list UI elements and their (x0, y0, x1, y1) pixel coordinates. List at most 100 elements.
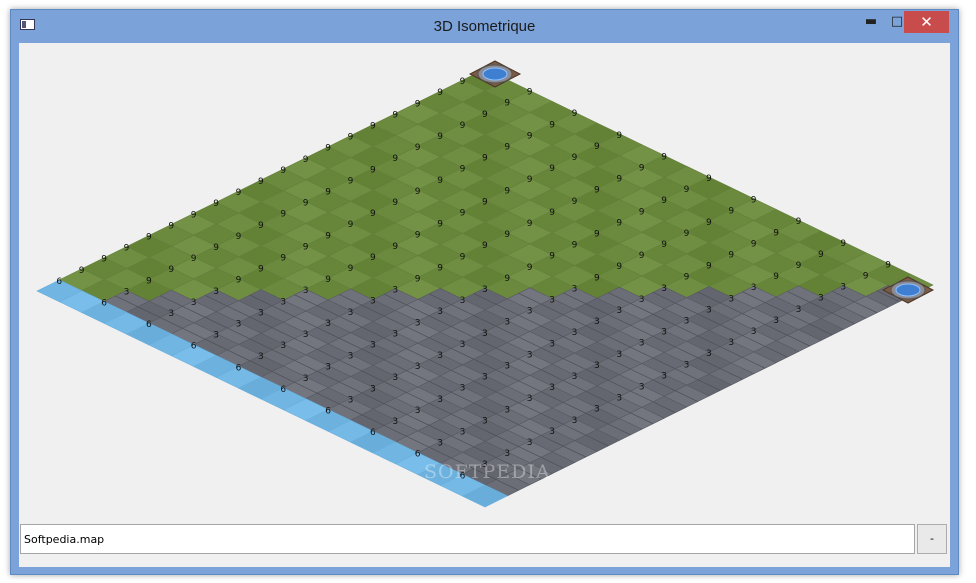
water-tile-label: 6 (101, 299, 107, 309)
grass-tile-label: 9 (572, 109, 578, 119)
grass-tile-label: 9 (79, 266, 85, 276)
stone-tile-label: 3 (549, 296, 555, 306)
stone-tile-label: 3 (437, 307, 443, 317)
stone-tile-label: 3 (594, 405, 600, 415)
stone-tile-label: 3 (280, 297, 286, 307)
grass-tile-label: 9 (527, 131, 533, 141)
stone-tile-label: 3 (639, 339, 645, 349)
grass-tile-label: 9 (863, 272, 869, 282)
grass-tile-label: 9 (101, 255, 107, 265)
grass-tile-label: 9 (661, 196, 667, 206)
grass-tile-label: 9 (415, 231, 421, 241)
grass-tile-label: 9 (191, 210, 197, 220)
grass-tile-label: 9 (146, 276, 152, 286)
grass-tile-label: 9 (594, 142, 600, 152)
grass-tile-label: 9 (706, 218, 712, 228)
stone-tile-label: 3 (549, 339, 555, 349)
grass-tile-label: 9 (527, 219, 533, 229)
stone-tile-label: 3 (594, 317, 600, 327)
grass-tile-label: 9 (504, 186, 510, 196)
grass-tile-label: 9 (572, 153, 578, 163)
grass-tile-label: 9 (639, 164, 645, 174)
grass-tile-label: 9 (280, 166, 286, 176)
grass-tile-label: 9 (594, 273, 600, 283)
grass-tile-label: 9 (437, 132, 443, 142)
grass-tile-label: 9 (728, 207, 734, 217)
grass-tile-label: 9 (124, 244, 130, 254)
grass-tile-label: 9 (527, 263, 533, 273)
grass-tile-label: 9 (236, 232, 242, 242)
grass-tile-label: 9 (572, 241, 578, 251)
grass-tile-label: 9 (706, 262, 712, 272)
stone-tile-label: 3 (527, 438, 533, 448)
grass-tile-label: 9 (168, 265, 174, 275)
grass-tile-label: 9 (527, 88, 533, 98)
grass-tile-label: 9 (415, 99, 421, 109)
grass-tile-label: 9 (504, 143, 510, 153)
stone-tile-label: 3 (572, 372, 578, 382)
water-tile-label: 6 (370, 428, 376, 438)
stone-tile-label: 3 (370, 297, 376, 307)
grass-tile-label: 9 (460, 77, 466, 87)
stone-tile-label: 3 (437, 351, 443, 361)
grass-tile-label: 9 (213, 199, 219, 209)
stone-tile-label: 3 (840, 283, 846, 293)
grass-tile-label: 9 (549, 208, 555, 218)
grass-tile-label: 9 (773, 228, 779, 238)
stone-tile-label: 3 (392, 417, 398, 427)
grass-tile-label: 9 (818, 250, 824, 260)
grass-tile-label: 9 (594, 186, 600, 196)
stone-tile-label: 3 (303, 374, 309, 384)
stone-tile-label: 3 (392, 286, 398, 296)
water-tile-label: 6 (56, 277, 62, 287)
stone-tile-label: 3 (594, 361, 600, 371)
grass-tile-label: 9 (348, 264, 354, 274)
grass-tile-label: 9 (392, 110, 398, 120)
map-file-input[interactable] (20, 524, 915, 554)
grass-tile-label: 9 (348, 220, 354, 230)
stone-tile-label: 3 (684, 317, 690, 327)
stone-tile-label: 3 (392, 373, 398, 383)
grass-tile-label: 9 (504, 230, 510, 240)
stone-tile-label: 3 (504, 318, 510, 328)
grass-tile-label: 9 (191, 254, 197, 264)
minimize-icon[interactable]: ▬ (858, 11, 884, 33)
water-tile-label: 6 (191, 342, 197, 352)
stone-tile-label: 3 (325, 319, 331, 329)
stone-tile-label: 3 (415, 362, 421, 372)
grass-tile-label: 9 (392, 198, 398, 208)
stone-tile-label: 3 (348, 308, 354, 318)
stone-tile-label: 3 (549, 383, 555, 393)
stone-tile-label: 3 (482, 285, 488, 295)
stone-tile-label: 3 (527, 350, 533, 360)
stone-tile-label: 3 (460, 384, 466, 394)
grass-tile-label: 9 (325, 231, 331, 241)
grass-tile-label: 9 (549, 252, 555, 262)
grass-tile-label: 9 (460, 252, 466, 262)
grass-tile-label: 9 (616, 175, 622, 185)
title-bar[interactable]: 3D Isometrique ▬ □ ✕ (11, 10, 958, 42)
grass-tile-label: 9 (437, 176, 443, 186)
map-menu-button[interactable]: - (917, 524, 947, 554)
grass-tile-label: 9 (280, 254, 286, 264)
grass-tile-label: 9 (616, 131, 622, 141)
water-tile-label: 6 (415, 450, 421, 460)
grass-tile-label: 9 (437, 88, 443, 98)
stone-tile-label: 3 (527, 394, 533, 404)
client-area: 9 9 9 9 9 9 9 9 9 9 9 9 9 9 9 9 9 9 9 9 9 9 9 9 9 9 9 9 9 3 9 9 9 9 9 9 9 9 9 3… (19, 43, 950, 567)
close-icon[interactable]: ✕ (904, 11, 949, 33)
stone-tile-label: 3 (661, 284, 667, 294)
stone-tile-label: 3 (616, 394, 622, 404)
stone-tile-label: 3 (504, 362, 510, 372)
isometric-map[interactable]: 9 9 9 9 9 9 9 9 9 9 9 9 9 9 9 9 9 9 9 9 9 9 9 9 9 9 9 9 9 3 9 9 9 9 9 9 9 9 9 3… (19, 43, 950, 523)
stone-tile-label: 3 (482, 416, 488, 426)
stone-tile-label: 3 (460, 296, 466, 306)
grass-tile-label: 9 (303, 242, 309, 252)
grass-tile-label: 9 (527, 175, 533, 185)
stone-tile-label: 3 (303, 286, 309, 296)
grass-tile-label: 9 (303, 199, 309, 209)
stone-tile-label: 3 (572, 416, 578, 426)
grass-tile-label: 9 (549, 164, 555, 174)
stone-tile-label: 3 (258, 308, 264, 318)
grass-tile-label: 9 (504, 274, 510, 284)
